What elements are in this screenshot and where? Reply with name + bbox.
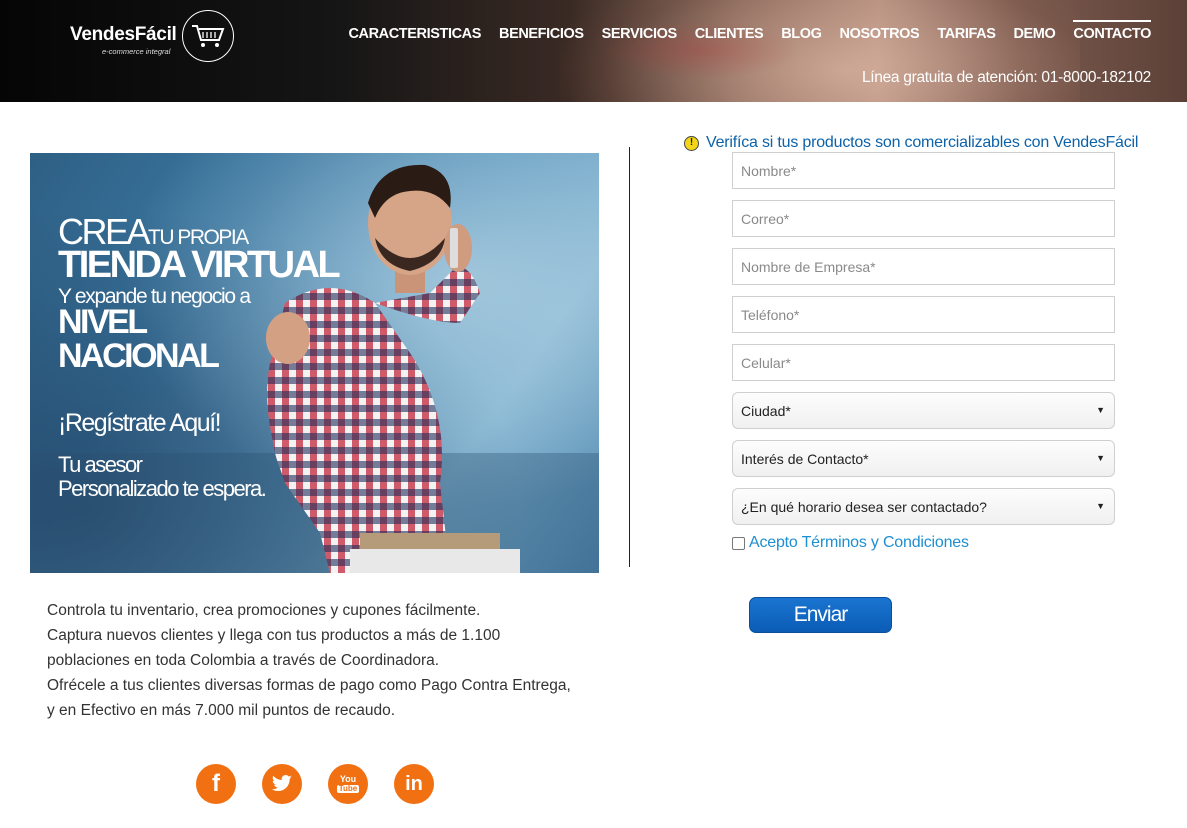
linkedin-icon: in [405,772,423,795]
youtube-button[interactable]: You Tube [328,764,368,804]
terms-link[interactable]: Acepto Términos y Condiciones [749,534,969,552]
nav-clientes[interactable]: CLIENTES [695,26,764,42]
nav-nosotros[interactable]: NOSOTROS [840,26,920,42]
warning-icon: ! [684,135,699,151]
chevron-down-icon: ▼ [1096,405,1105,415]
youtube-icon: You Tube [336,774,360,793]
hotline-text: Línea gratuita de atención: 01-8000-1821… [861,69,1151,86]
site-header: VendesFácil e-commerce integral CARACTER… [0,0,1187,102]
nav-servicios[interactable]: SERVICIOS [602,26,678,42]
nav-contacto[interactable]: CONTACTO [1073,20,1151,42]
nav-blog[interactable]: BLOG [781,26,822,42]
hero-headline-nivel: NIVEL NACIONAL [58,303,220,375]
interes-select[interactable]: Interés de Contacto* ▼ [732,440,1115,477]
chevron-down-icon: ▼ [1096,453,1105,463]
telefono-field[interactable] [732,296,1115,333]
logo-tagline: e-commerce integral [102,47,171,56]
twitter-button[interactable] [262,764,302,804]
column-divider [629,147,630,567]
description-line: Ofrécele a tus clientes diversas formas … [47,677,571,694]
linkedin-button[interactable]: in [394,764,434,804]
benefits-description: Controla tu inventario, crea promociones… [47,598,607,723]
interes-select-value: Interés de Contacto* [741,450,869,467]
facebook-button[interactable]: f [196,764,236,804]
ciudad-select[interactable]: Ciudad* ▼ [732,392,1115,429]
enviar-button[interactable]: Enviar [749,597,892,633]
terms-checkbox[interactable] [732,536,745,550]
hero-asesor-text: Tu asesor Personalizado te espera. [58,452,267,501]
empresa-field[interactable] [732,248,1115,285]
description-line: Captura nuevos clientes y llega con tus … [47,627,501,644]
verify-products-link[interactable]: ! Verifíca si tus productos son comercia… [684,134,1138,152]
chevron-down-icon: ▼ [1096,501,1105,511]
ciudad-select-value: Ciudad* [741,402,791,419]
nav-demo[interactable]: DEMO [1013,26,1055,42]
description-line: Controla tu inventario, crea promociones… [47,602,481,619]
nav-caracteristicas[interactable]: CARACTERISTICAS [348,26,481,42]
nav-tarifas[interactable]: TARIFAS [937,26,996,42]
facebook-icon: f [212,770,220,797]
verify-link-text: Verifíca si tus productos son comerciali… [706,134,1139,151]
logo-name: VendesFácil [70,24,177,45]
twitter-icon [271,775,292,792]
nombre-field[interactable] [732,152,1115,189]
description-line: y en Efectivo en más 7.000 mil puntos de… [47,702,396,719]
terms-row: Acepto Términos y Condiciones [732,534,969,552]
social-links: f You Tube in [196,764,434,804]
description-line: poblaciones en toda Colombia a través de… [47,652,440,669]
horario-select-value: ¿En qué horario desea ser contactado? [741,498,987,515]
shopping-cart-icon [182,10,234,62]
celular-field[interactable] [732,344,1115,381]
nav-beneficios[interactable]: BENEFICIOS [499,26,584,42]
site-logo[interactable]: VendesFácil e-commerce integral [70,10,240,64]
hero-banner[interactable]: CREATU PROPIA TIENDA VIRTUAL Y expande t… [30,153,599,573]
hero-headline-tienda: TIENDA VIRTUAL [58,244,341,286]
main-nav: CARACTERISTICAS BENEFICIOS SERVICIOS CLI… [348,20,1151,42]
correo-field[interactable] [732,200,1115,237]
hero-cta-registrate: ¡Regístrate Aquí! [58,409,222,437]
horario-select[interactable]: ¿En qué horario desea ser contactado? ▼ [732,488,1115,525]
